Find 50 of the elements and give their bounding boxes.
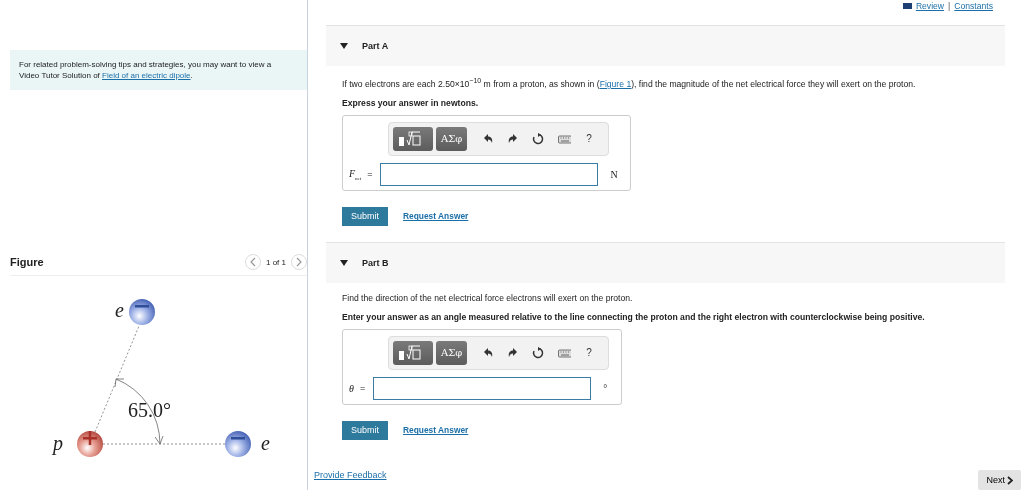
keyboard-icon[interactable] <box>555 132 574 145</box>
help-button[interactable]: ? <box>582 133 596 145</box>
figure-title: Figure <box>10 256 44 268</box>
equals-sign: = <box>359 383 366 394</box>
instruction-text: Express your answer in newtons. <box>342 97 480 108</box>
chevron-left-icon <box>249 257 257 267</box>
instruction-text: Enter your answer as an angle measured relative to the line connecting the proton and the right electron with counterclockwise being positive. <box>342 311 926 322</box>
request-answer-link[interactable]: Request Answer <box>403 425 469 436</box>
request-answer-link[interactable]: Request Answer <box>403 211 469 222</box>
negative-charge-icon <box>129 299 155 325</box>
tip-text: For related problem-solving tips and strategies, you may want to view a Video Tutor Solution of Field of an electric dipole. <box>19 59 273 81</box>
question-text: Find the direction of the net electrical force electrons will exert on the proton. <box>342 291 634 304</box>
next-figure-button[interactable] <box>291 254 307 270</box>
templates-button[interactable] <box>393 126 433 151</box>
chevron-right-icon <box>295 257 303 267</box>
feedback-link[interactable]: Provide Feedback <box>314 470 387 480</box>
previous-button[interactable] <box>245 254 261 270</box>
video-tutor-link[interactable]: Field of an electric dipole <box>102 71 191 80</box>
question-text: If two electrons are each 2.50×10$^{−10}$ m from a proton, as shown in (Figure 1), find the magnitude of the net electrical force they will exert on the proton. <box>342 76 917 90</box>
link-separator: | <box>948 1 951 11</box>
help-button[interactable]: ? <box>582 347 596 359</box>
book-icon <box>902 3 912 9</box>
angle-label: 65.0° <box>128 399 171 421</box>
electron-label: e <box>115 299 124 321</box>
symbols-button[interactable]: ΑΣφ <box>436 340 468 365</box>
electron-label: e <box>261 432 270 454</box>
chevron-icon <box>1007 475 1013 485</box>
variable-label: θ <box>349 382 354 394</box>
submit-button[interactable]: Submit <box>342 420 388 440</box>
header-link[interactable]: Review <box>915 1 945 11</box>
submit-button[interactable]: Submit <box>342 206 388 226</box>
variable-label: F$_{net}$ <box>349 167 362 181</box>
part-title: Part B <box>362 257 389 268</box>
keyboard-icon[interactable] <box>555 346 574 359</box>
equals-sign: = <box>367 169 373 180</box>
templates-button[interactable] <box>393 340 433 365</box>
part-header[interactable]: Part A <box>326 25 1005 66</box>
next-button[interactable]: Next <box>978 470 1021 490</box>
part-header[interactable]: Part B <box>326 241 1005 283</box>
figure-counter: 1 of 1 <box>266 257 286 267</box>
answer-field[interactable] <box>373 376 592 400</box>
proton-label: p <box>53 432 63 454</box>
symbols-button[interactable]: ΑΣφ <box>436 126 468 151</box>
answer-field[interactable] <box>380 162 599 186</box>
unit-label: ° <box>603 382 608 394</box>
part-title: Part A <box>362 41 389 51</box>
negative-charge-icon <box>225 431 251 457</box>
unit-label: N <box>610 168 618 180</box>
header-link[interactable]: Constants <box>954 1 993 11</box>
positive-charge-icon <box>77 431 103 457</box>
